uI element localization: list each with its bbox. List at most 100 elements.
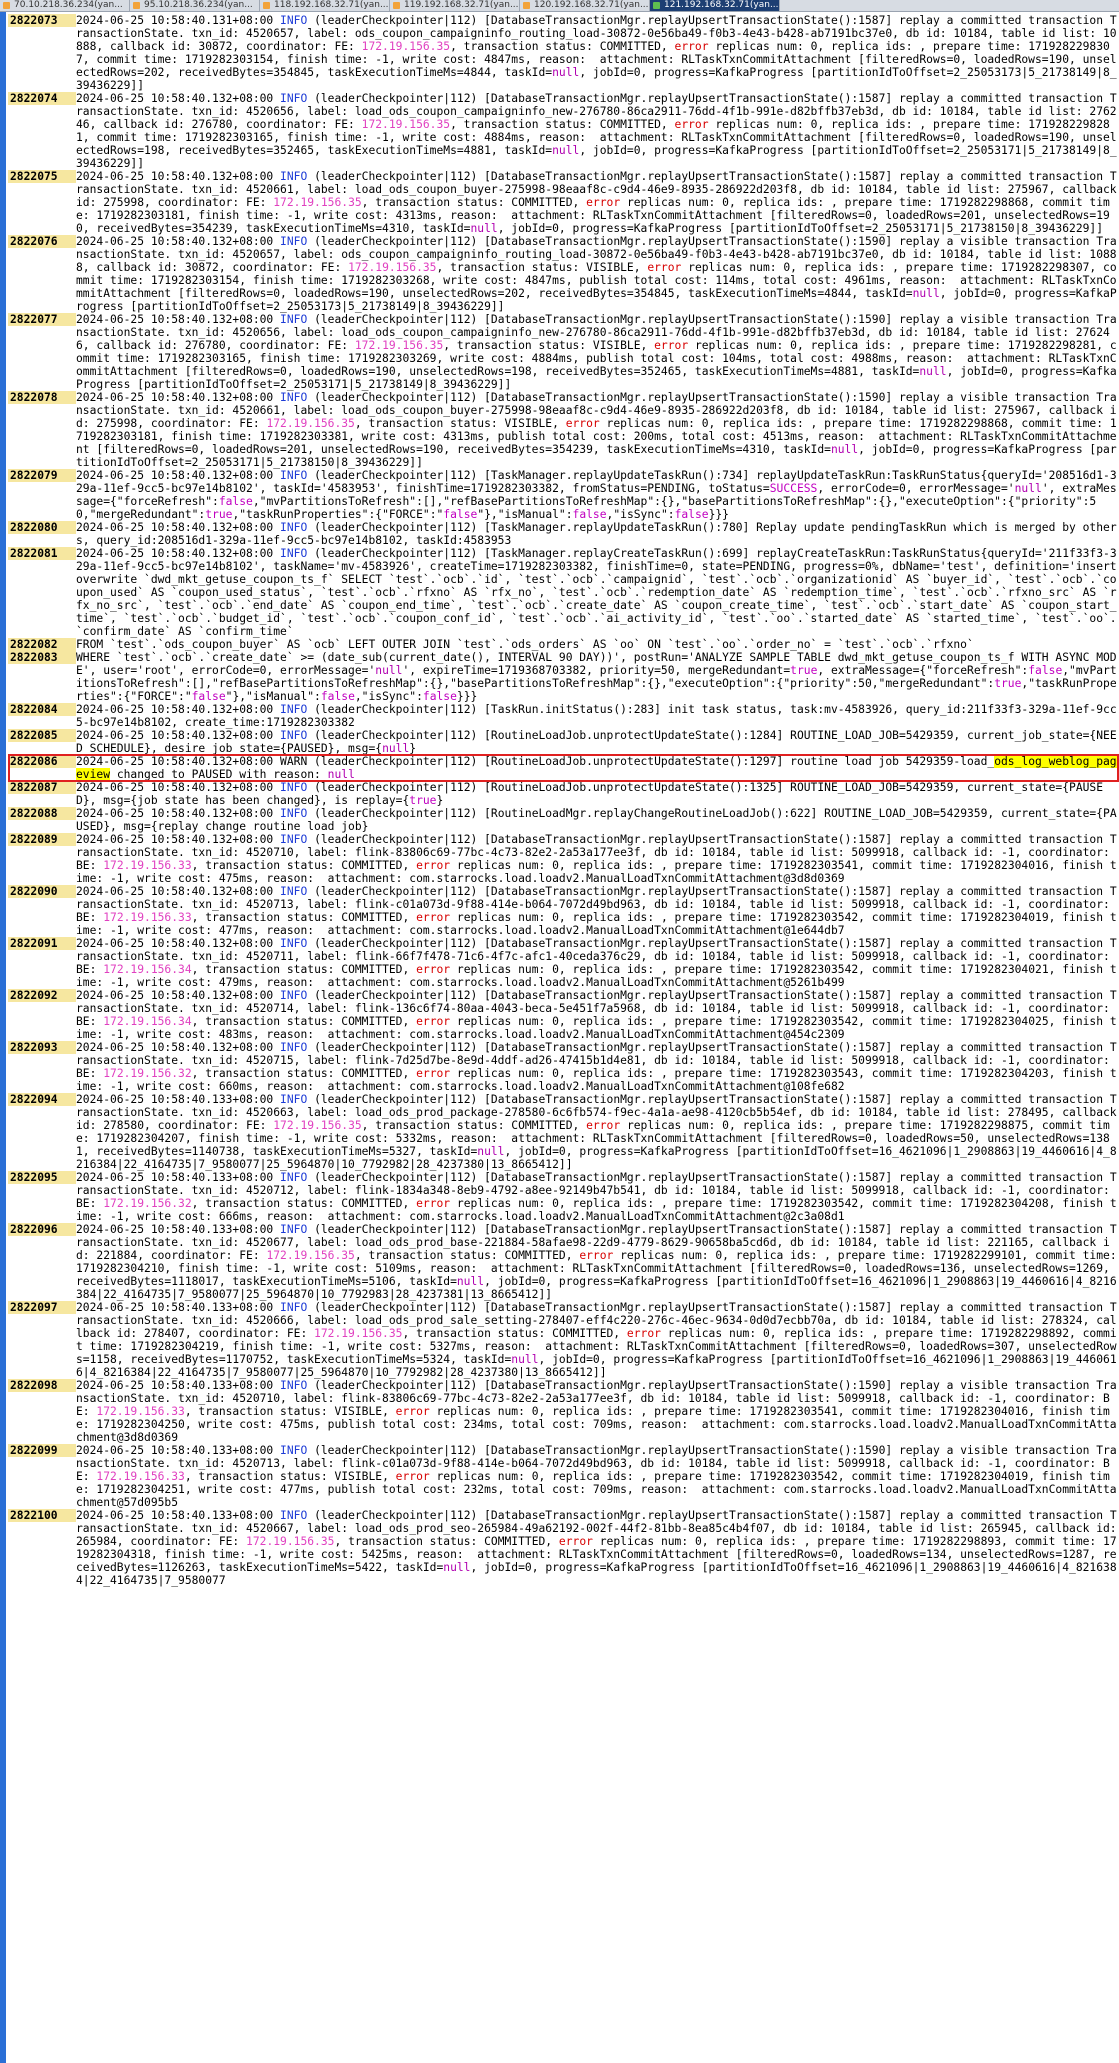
log-line-text: 2024-06-25 10:58:40.133+08:00 INFO (lead… <box>76 1171 1117 1223</box>
log-line-text: 2024-06-25 10:58:40.133+08:00 INFO (lead… <box>76 1444 1117 1509</box>
log-entry: 2822087 2024-06-25 10:58:40.132+08:00 INF… <box>8 781 1119 807</box>
line-number: 2822090 <box>8 885 76 898</box>
line-number: 2822083 <box>8 651 76 664</box>
line-number: 2822081 <box>8 547 76 560</box>
log-entry: 2822086 2024-06-25 10:58:40.132+08:00 WAR… <box>8 755 1119 781</box>
log-line-text: 2024-06-25 10:58:40.133+08:00 INFO (lead… <box>76 1301 1117 1379</box>
log-line-text: 2024-06-25 10:58:40.132+08:00 INFO (lead… <box>76 235 1117 313</box>
log-viewer[interactable]: 2822073 2024-06-25 10:58:40.131+08:00 INF… <box>8 14 1119 2063</box>
line-number: 2822076 <box>8 235 76 248</box>
session-tab-label: 95.10.218.36.234(yan... <box>144 0 253 10</box>
log-entry: 2822073 2024-06-25 10:58:40.131+08:00 INF… <box>8 14 1119 92</box>
log-line-text: 2024-06-25 10:58:40.133+08:00 INFO (lead… <box>76 1379 1117 1444</box>
line-number: 2822091 <box>8 937 76 950</box>
line-number: 2822079 <box>8 469 76 482</box>
log-line-text: 2024-06-25 10:58:40.132+08:00 INFO (lead… <box>76 391 1117 469</box>
terminal-icon <box>653 2 660 9</box>
line-number: 2822094 <box>8 1093 76 1106</box>
log-line-text: 2024-06-25 10:58:40.132+08:00 INFO (lead… <box>76 547 1117 638</box>
line-number: 2822098 <box>8 1379 76 1392</box>
session-tab[interactable]: 95.10.218.36.234(yan... <box>130 0 260 11</box>
log-entry: 2822091 2024-06-25 10:58:40.132+08:00 INF… <box>8 937 1119 989</box>
log-entry: 2822096 2024-06-25 10:58:40.133+08:00 INF… <box>8 1223 1119 1301</box>
line-number: 2822077 <box>8 313 76 326</box>
terminal-icon <box>523 2 530 9</box>
session-tab[interactable]: 119.192.168.32.71(yan... <box>390 0 520 11</box>
session-tab-label: 120.192.168.32.71(yan... <box>534 0 649 10</box>
terminal-icon <box>3 2 10 9</box>
log-entry: 2822082 FROM `test`.`ods_coupon_buyer` AS… <box>8 638 1119 651</box>
log-entry: 2822093 2024-06-25 10:58:40.132+08:00 INF… <box>8 1041 1119 1093</box>
log-entry: 2822092 2024-06-25 10:58:40.132+08:00 INF… <box>8 989 1119 1041</box>
session-tab-label: 118.192.168.32.71(yan... <box>274 0 389 10</box>
log-entry: 2822089 2024-06-25 10:58:40.132+08:00 INF… <box>8 833 1119 885</box>
session-tab[interactable]: 118.192.168.32.71(yan... <box>260 0 390 11</box>
session-tab-bar: 70.10.218.36.234(yan... 95.10.218.36.234(… <box>0 0 1119 12</box>
log-entry: 2822077 2024-06-25 10:58:40.132+08:00 INF… <box>8 313 1119 391</box>
log-line-text: 2024-06-25 10:58:40.132+08:00 INFO (lead… <box>76 170 1117 235</box>
line-number: 2822075 <box>8 170 76 183</box>
log-entry: 2822075 2024-06-25 10:58:40.132+08:00 INF… <box>8 170 1119 235</box>
log-line-text: 2024-06-25 10:58:40.132+08:00 INFO (lead… <box>76 92 1117 170</box>
log-entry: 2822081 2024-06-25 10:58:40.132+08:00 INF… <box>8 547 1119 638</box>
log-entry: 2822085 2024-06-25 10:58:40.132+08:00 INF… <box>8 729 1119 755</box>
session-tab-label: 70.10.218.36.234(yan... <box>14 0 123 10</box>
line-number: 2822073 <box>8 14 76 27</box>
line-number: 2822093 <box>8 1041 76 1054</box>
log-line-text: 2024-06-25 10:58:40.132+08:00 INFO (lead… <box>76 807 1117 833</box>
line-number: 2822087 <box>8 781 76 794</box>
log-entry: 2822095 2024-06-25 10:58:40.133+08:00 INF… <box>8 1171 1119 1223</box>
log-entry: 2822100 2024-06-25 10:58:40.133+08:00 INF… <box>8 1509 1119 1587</box>
log-line-text: 2024-06-25 10:58:40.132+08:00 WARN (lead… <box>76 755 1117 781</box>
terminal-icon <box>263 2 270 9</box>
left-edge-bar <box>0 12 6 2063</box>
line-number: 2822089 <box>8 833 76 846</box>
log-line-text: 2024-06-25 10:58:40.132+08:00 INFO (lead… <box>76 703 1117 729</box>
line-number: 2822074 <box>8 92 76 105</box>
log-entry: 2822097 2024-06-25 10:58:40.133+08:00 INF… <box>8 1301 1119 1379</box>
log-line-text: 2024-06-25 10:58:40.132+08:00 INFO (lead… <box>76 469 1117 521</box>
log-line-text: 2024-06-25 10:58:40.132+08:00 INFO (lead… <box>76 937 1117 989</box>
log-entry: 2822090 2024-06-25 10:58:40.132+08:00 INF… <box>8 885 1119 937</box>
log-entry: 2822099 2024-06-25 10:58:40.133+08:00 INF… <box>8 1444 1119 1509</box>
session-tab[interactable]: 121.192.168.32.71(yan... <box>650 0 780 11</box>
session-tab-label: 121.192.168.32.71(yan... <box>664 0 779 10</box>
line-number: 2822080 <box>8 521 76 534</box>
log-entry: 2822098 2024-06-25 10:58:40.133+08:00 INF… <box>8 1379 1119 1444</box>
line-number: 2822100 <box>8 1509 76 1522</box>
line-number: 2822099 <box>8 1444 76 1457</box>
line-number: 2822078 <box>8 391 76 404</box>
log-line-text: 2024-06-25 10:58:40.133+08:00 INFO (lead… <box>76 1509 1117 1587</box>
log-entry: 2822084 2024-06-25 10:58:40.132+08:00 INF… <box>8 703 1119 729</box>
line-number: 2822095 <box>8 1171 76 1184</box>
log-line-text: WHERE `test`.`ocb`.`create_date` >= (dat… <box>76 651 1117 703</box>
log-line-text: 2024-06-25 10:58:40.132+08:00 INFO (lead… <box>76 833 1117 885</box>
log-line-text: 2024-06-25 10:58:40.132+08:00 INFO (lead… <box>76 885 1117 937</box>
log-line-text: FROM `test`.`ods_coupon_buyer` AS `ocb` … <box>76 638 974 651</box>
session-tab[interactable]: 70.10.218.36.234(yan... <box>0 0 130 11</box>
line-number: 2822088 <box>8 807 76 820</box>
log-entry: 2822088 2024-06-25 10:58:40.132+08:00 INF… <box>8 807 1119 833</box>
line-number: 2822082 <box>8 638 76 651</box>
session-tab-label: 119.192.168.32.71(yan... <box>404 0 519 10</box>
line-number: 2822097 <box>8 1301 76 1314</box>
log-line-text: 2024-06-25 10:58:40.132+08:00 INFO (lead… <box>76 989 1117 1041</box>
terminal-icon <box>393 2 400 9</box>
terminal-icon <box>133 2 140 9</box>
line-number: 2822086 <box>8 755 76 768</box>
line-number: 2822084 <box>8 703 76 716</box>
log-entry: 2822094 2024-06-25 10:58:40.133+08:00 INF… <box>8 1093 1119 1171</box>
log-entry: 2822083 WHERE `test`.`ocb`.`create_date` … <box>8 651 1119 703</box>
log-entry: 2822076 2024-06-25 10:58:40.132+08:00 INF… <box>8 235 1119 313</box>
log-line-text: 2024-06-25 10:58:40.133+08:00 INFO (lead… <box>76 1223 1117 1301</box>
log-line-text: 2024-06-25 10:58:40.132+08:00 INFO (lead… <box>76 781 1104 807</box>
log-line-text: 2024-06-25 10:58:40.131+08:00 INFO (lead… <box>76 14 1117 92</box>
log-line-text: 2024-06-25 10:58:40.132+08:00 INFO (lead… <box>76 729 1117 755</box>
line-number: 2822092 <box>8 989 76 1002</box>
log-entry: 2822078 2024-06-25 10:58:40.132+08:00 INF… <box>8 391 1119 469</box>
log-line-text: 2024-06-25 10:58:40.132+08:00 INFO (lead… <box>76 313 1117 391</box>
line-number: 2822085 <box>8 729 76 742</box>
session-tab[interactable]: 120.192.168.32.71(yan... <box>520 0 650 11</box>
log-line-text: 2024-06-25 10:58:40.133+08:00 INFO (lead… <box>76 1093 1117 1171</box>
log-line-text: 2024-06-25 10:58:40.132+08:00 INFO (lead… <box>76 1041 1117 1093</box>
